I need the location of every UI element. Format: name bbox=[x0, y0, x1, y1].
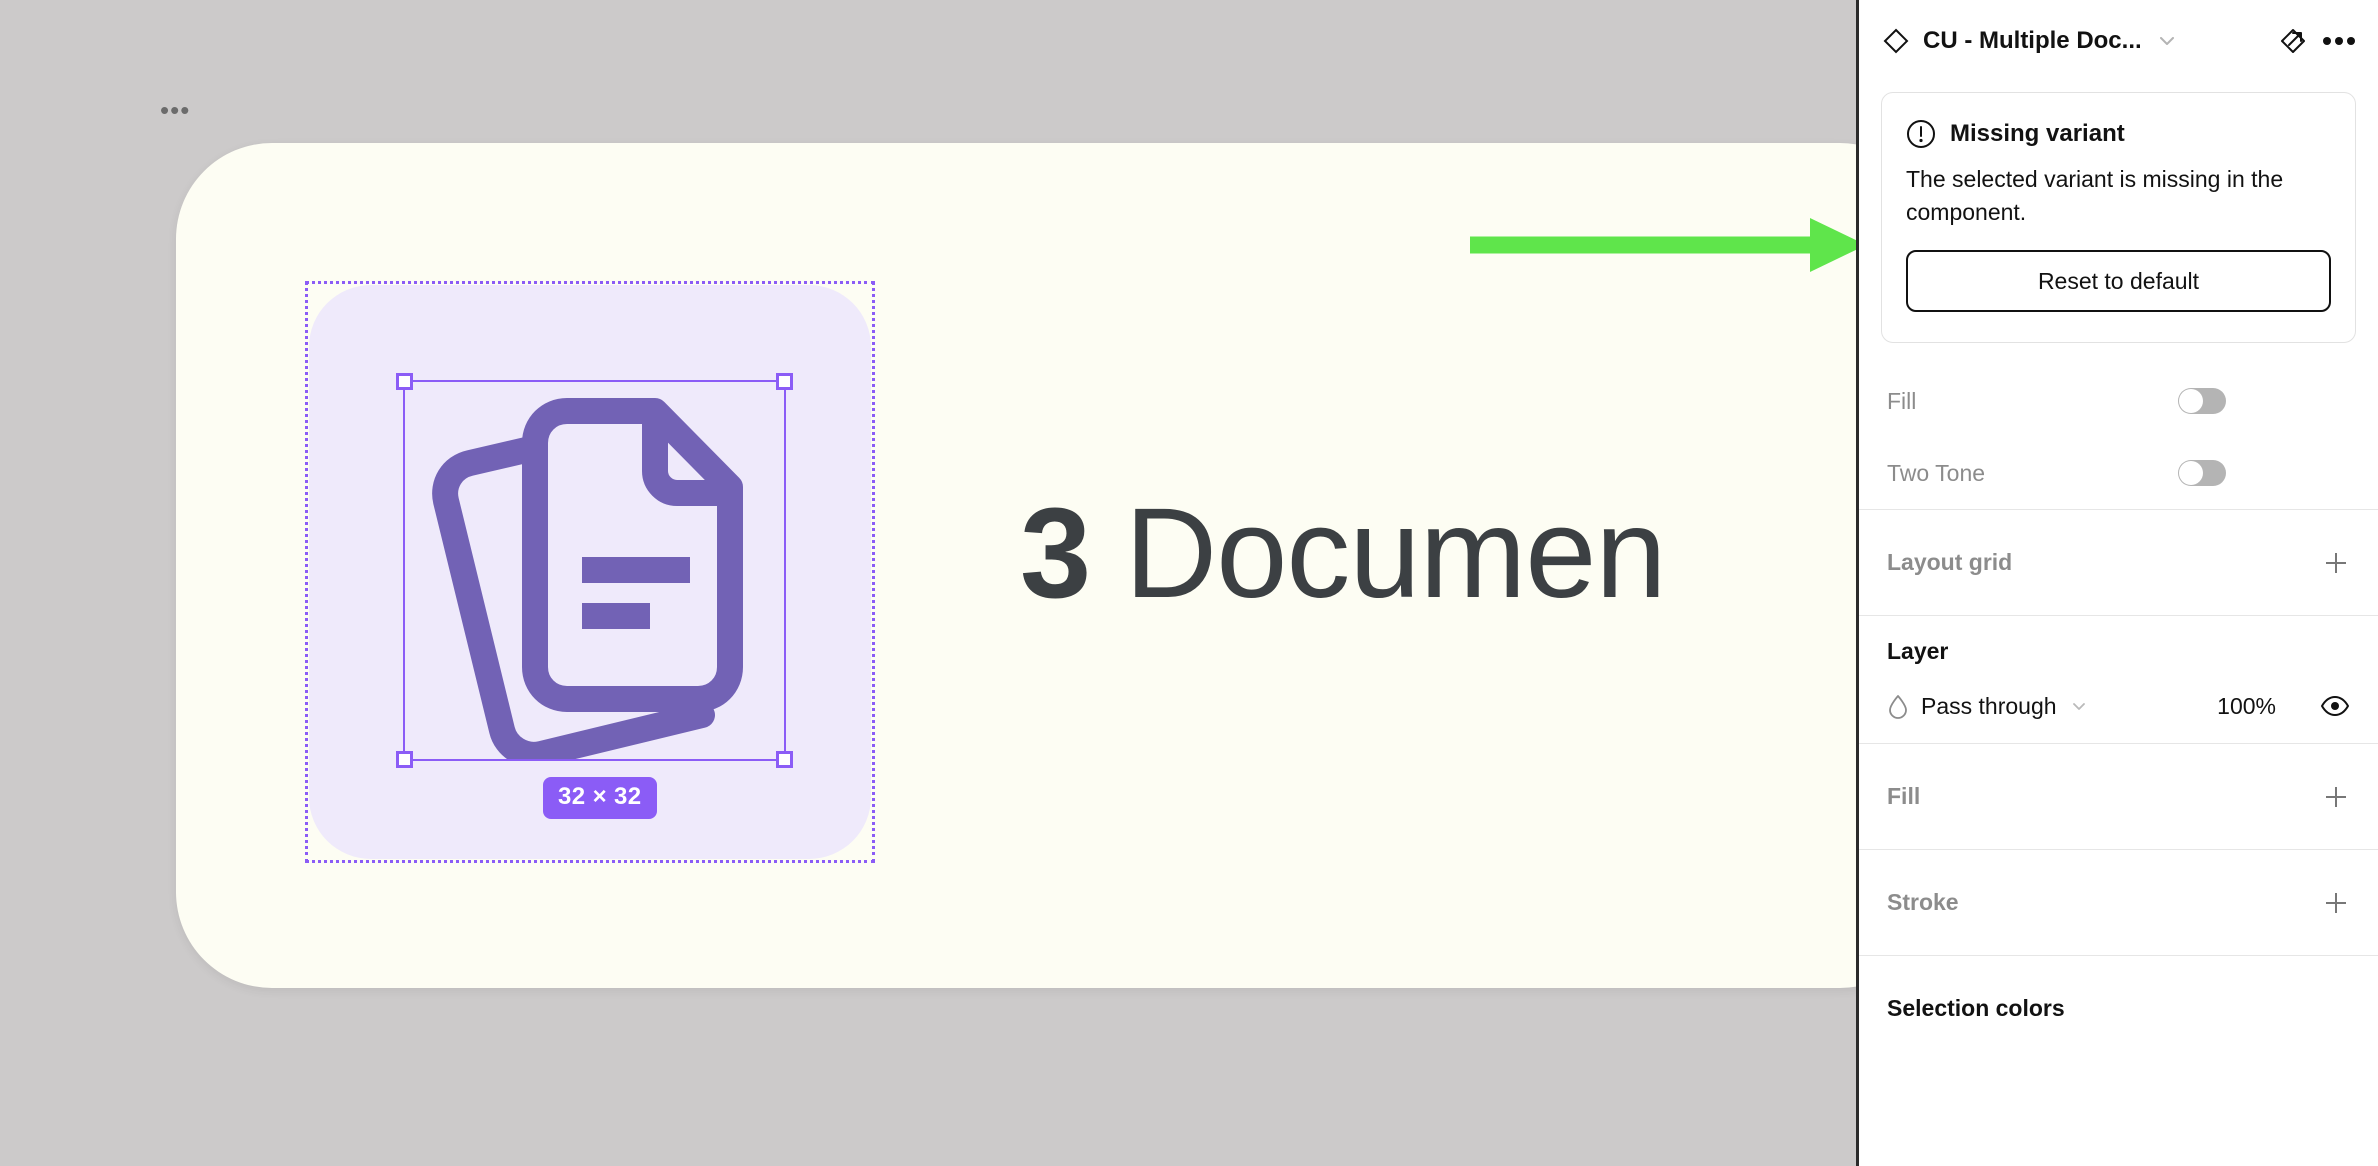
plus-icon[interactable] bbox=[2322, 549, 2350, 577]
blend-mode-value[interactable]: Pass through bbox=[1921, 693, 2057, 720]
droplet-icon bbox=[1889, 695, 1907, 720]
exclamation-circle-icon bbox=[1907, 120, 1935, 148]
layer-blend-row[interactable]: Pass through 100% bbox=[1887, 669, 2350, 743]
diamond-component-icon bbox=[1883, 28, 1909, 54]
section-title-selection-colors: Selection colors bbox=[1887, 995, 2065, 1022]
section-fill[interactable]: Fill bbox=[1859, 744, 2378, 849]
section-layer: Layer Pass through 100% bbox=[1859, 616, 2378, 743]
property-label-fill: Fill bbox=[1887, 387, 1917, 414]
warning-title: Missing variant bbox=[1950, 120, 2125, 147]
section-title-fill: Fill bbox=[1887, 783, 1921, 810]
property-label-two-tone: Two Tone bbox=[1887, 459, 1986, 486]
eye-icon[interactable] bbox=[2320, 695, 2350, 717]
panel-title: CU - Multiple Doc... bbox=[1923, 27, 2142, 54]
section-title-stroke: Stroke bbox=[1887, 889, 1959, 916]
resize-handle-top-left[interactable] bbox=[396, 373, 413, 390]
canvas-more-dots[interactable]: ••• bbox=[160, 97, 190, 123]
reset-to-default-button[interactable]: Reset to default bbox=[1906, 250, 2331, 313]
panel-header: CU - Multiple Doc... bbox=[1859, 0, 2378, 82]
property-row-fill[interactable]: Fill bbox=[1859, 365, 2378, 437]
section-title-layer: Layer bbox=[1887, 638, 1949, 665]
artboard-label-number: 3 bbox=[1020, 482, 1091, 625]
more-options-icon[interactable] bbox=[2322, 36, 2356, 46]
warning-title-row: Missing variant bbox=[1906, 119, 2331, 149]
selection-size-badge: 32 × 32 bbox=[543, 777, 657, 819]
toggle-knob bbox=[2179, 389, 2203, 414]
warning-message: The selected variant is missing in the c… bbox=[1906, 166, 2284, 225]
plus-icon[interactable] bbox=[2322, 889, 2350, 917]
section-stroke[interactable]: Stroke bbox=[1859, 850, 2378, 955]
toggle-fill[interactable] bbox=[2178, 388, 2226, 415]
right-properties-panel[interactable]: CU - Multiple Doc... Missing variant The… bbox=[1856, 0, 2378, 1166]
missing-variant-warning-card: Missing variant The selected variant is … bbox=[1881, 92, 2356, 344]
section-title-layout-grid: Layout grid bbox=[1887, 549, 2013, 576]
layer-opacity-value[interactable]: 100% bbox=[2217, 693, 2276, 720]
chevron-down-icon[interactable] bbox=[2069, 696, 2089, 716]
artboard-text-label[interactable]: 3 Documen bbox=[1020, 480, 1667, 627]
section-layout-grid[interactable]: Layout grid bbox=[1859, 510, 2378, 615]
section-selection-colors[interactable]: Selection colors bbox=[1859, 956, 2378, 1061]
figma-editor-window: ••• 32 × 32 3 Documen CU - Multiple Doc.… bbox=[0, 0, 2378, 1166]
resize-handle-bottom-right[interactable] bbox=[776, 751, 793, 768]
toggle-pad-fill bbox=[2178, 388, 2350, 415]
resize-handle-top-right[interactable] bbox=[776, 373, 793, 390]
plus-icon[interactable] bbox=[2322, 783, 2350, 811]
property-row-two-tone[interactable]: Two Tone bbox=[1859, 437, 2378, 509]
design-canvas[interactable]: ••• 32 × 32 3 Documen bbox=[0, 0, 1856, 1166]
toggle-two-tone[interactable] bbox=[2178, 460, 2226, 487]
share-publish-icon[interactable] bbox=[2278, 26, 2308, 56]
selection-bounding-box bbox=[396, 373, 793, 768]
toggle-pad-two-tone bbox=[2178, 460, 2350, 487]
resize-handle-bottom-left[interactable] bbox=[396, 751, 413, 768]
artboard-label-word: Documen bbox=[1090, 482, 1667, 625]
toggle-knob bbox=[2179, 461, 2203, 486]
green-arrow-annotation bbox=[1470, 218, 1856, 272]
chevron-down-icon[interactable] bbox=[2156, 30, 2178, 52]
